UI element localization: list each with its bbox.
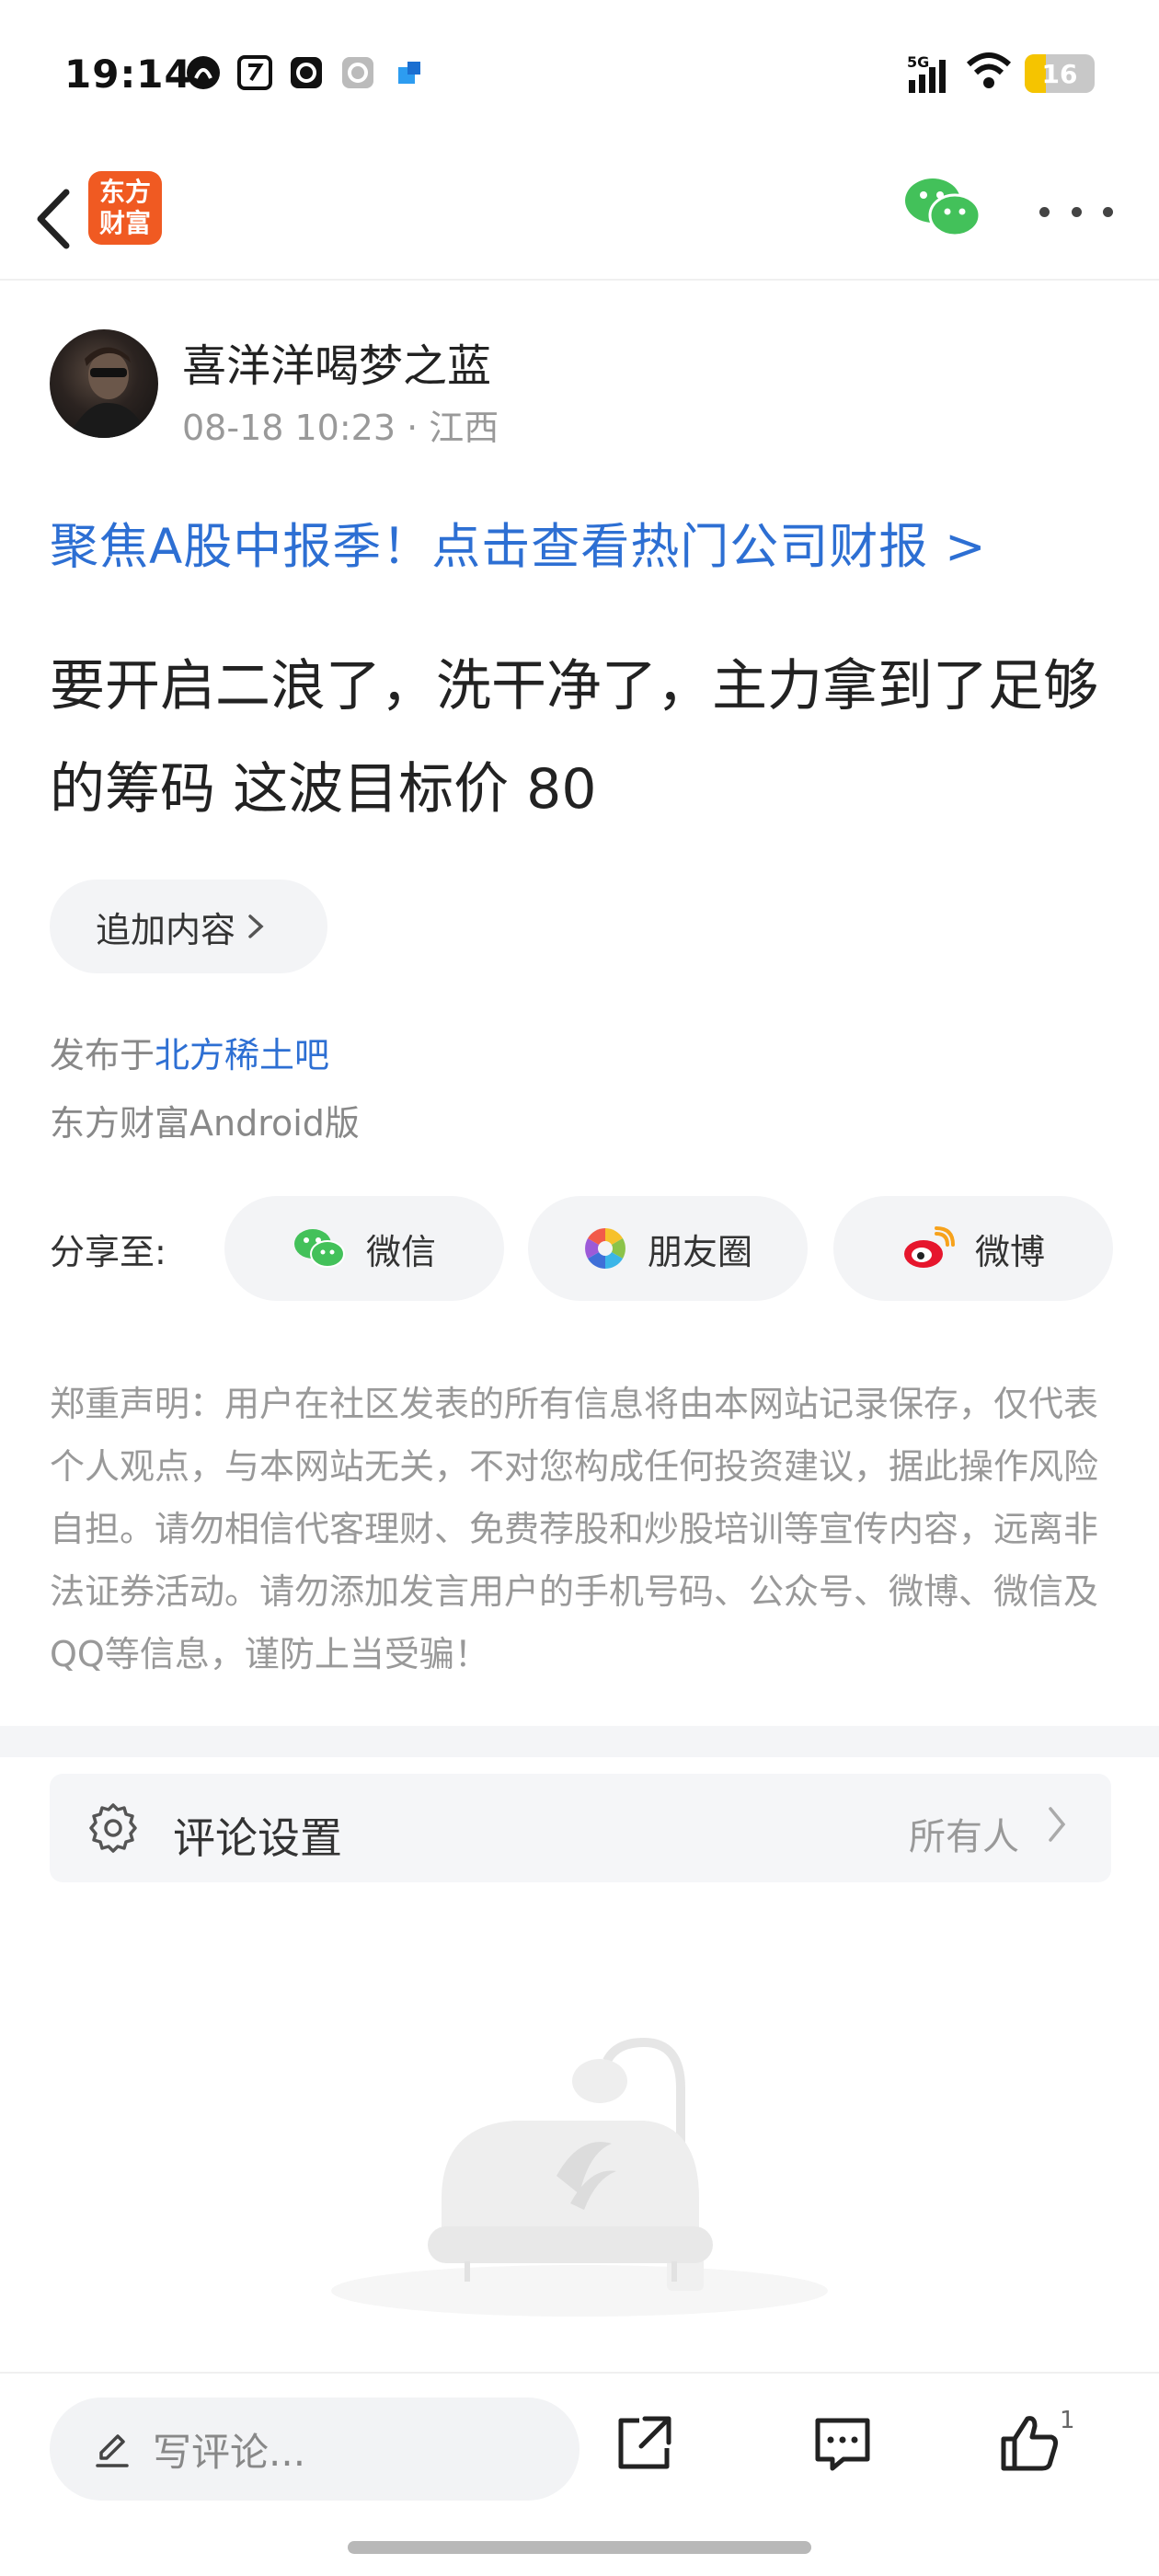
weibo-icon — [903, 1226, 955, 1268]
notification-icons — [184, 53, 429, 92]
share-label: 分享至: — [50, 1232, 166, 1272]
post-content: 要开启二浪了，洗干净了，主力拿到了足够的筹码 这波目标价 80 — [50, 654, 1098, 822]
comments-button[interactable] — [806, 2407, 879, 2480]
chevron-right-icon — [1045, 1801, 1069, 1858]
thumbs-up-icon — [1001, 2416, 1058, 2471]
eastmoney-logo[interactable]: 东方 财富 — [88, 171, 162, 245]
chevron-right-icon — [248, 914, 264, 938]
logo-text-1: 东方 — [98, 177, 151, 207]
disclaimer-text: 郑重声明：用户在社区发表的所有信息将由本网站记录保存，仅代表个人观点，与本网站无… — [50, 1384, 1099, 1674]
comment-input[interactable]: 写评论... — [50, 2398, 580, 2501]
chevron-left-icon — [37, 189, 70, 249]
share-icon — [618, 2416, 671, 2469]
moments-icon — [585, 1228, 625, 1269]
battery-level: 16 — [1041, 58, 1078, 89]
share-wechat-label: 微信 — [365, 1231, 436, 1272]
promo-link[interactable]: 聚焦A股中报季！点击查看热门公司财报 > — [50, 508, 987, 578]
comment-settings-label: 评论设置 — [173, 1813, 342, 1863]
append-content-button[interactable]: 追加内容 — [50, 880, 327, 973]
share-moments-button[interactable]: 朋友圈 — [528, 1196, 808, 1301]
share-weibo-button[interactable]: 微博 — [833, 1196, 1113, 1301]
published-prefix: 发布于 — [50, 1035, 155, 1075]
app-notification-icon — [287, 53, 326, 92]
gear-icon — [86, 1801, 140, 1855]
board-link[interactable]: 北方稀土吧 — [155, 1035, 329, 1075]
published-in: 发布于北方稀土吧 — [50, 1027, 329, 1077]
app-notification-icon — [184, 53, 223, 92]
app-notification-icon — [235, 53, 274, 92]
status-time: 19:14 — [64, 52, 192, 97]
back-button[interactable] — [26, 182, 81, 256]
like-button[interactable] — [993, 2407, 1067, 2480]
more-options-button[interactable] — [1039, 193, 1113, 230]
comment-bubble-icon — [815, 2418, 870, 2471]
wechat-icon — [293, 1229, 345, 1268]
battery-icon: 16 — [1025, 54, 1095, 93]
author-name[interactable]: 喜洋洋喝梦之蓝 — [182, 329, 491, 394]
empty-comments-illustration — [304, 2015, 855, 2318]
svg-text:5G: 5G — [907, 53, 929, 71]
wifi-icon — [966, 52, 1012, 96]
share-weibo-label: 微博 — [974, 1231, 1045, 1272]
wechat-share-icon[interactable] — [901, 175, 984, 239]
client-source: 东方财富Android版 — [50, 1103, 360, 1144]
top-nav-bar: 东方 财富 — [0, 156, 1159, 281]
author-avatar[interactable] — [50, 329, 158, 438]
app-notification-icon — [390, 53, 429, 92]
more-dot-icon — [1039, 206, 1050, 217]
app-notification-icon — [339, 53, 377, 92]
append-content-label: 追加内容 — [96, 909, 236, 950]
share-wechat-button[interactable]: 微信 — [224, 1196, 504, 1301]
share-moments-label: 朋友圈 — [647, 1231, 752, 1272]
like-count: 1 — [1060, 2407, 1075, 2434]
post-meta: 08-18 10:23 · 江西 — [182, 408, 499, 448]
comment-settings-row[interactable]: 评论设置 所有人 — [50, 1774, 1111, 1882]
pencil-icon — [96, 2434, 129, 2467]
more-dot-icon — [1071, 206, 1082, 217]
logo-text-2: 财富 — [98, 208, 151, 238]
more-dot-icon — [1103, 206, 1113, 217]
comment-settings-value: 所有人 — [909, 1816, 1019, 1858]
status-bar: 19:14 5G 16 — [0, 0, 1159, 156]
share-button[interactable] — [607, 2407, 681, 2480]
status-indicators: 5G 16 — [907, 52, 1095, 96]
home-indicator[interactable] — [348, 2541, 811, 2554]
cellular-signal-icon: 5G — [907, 52, 953, 95]
comment-input-placeholder: 写评论... — [153, 2429, 306, 2475]
section-divider — [0, 1726, 1159, 1757]
